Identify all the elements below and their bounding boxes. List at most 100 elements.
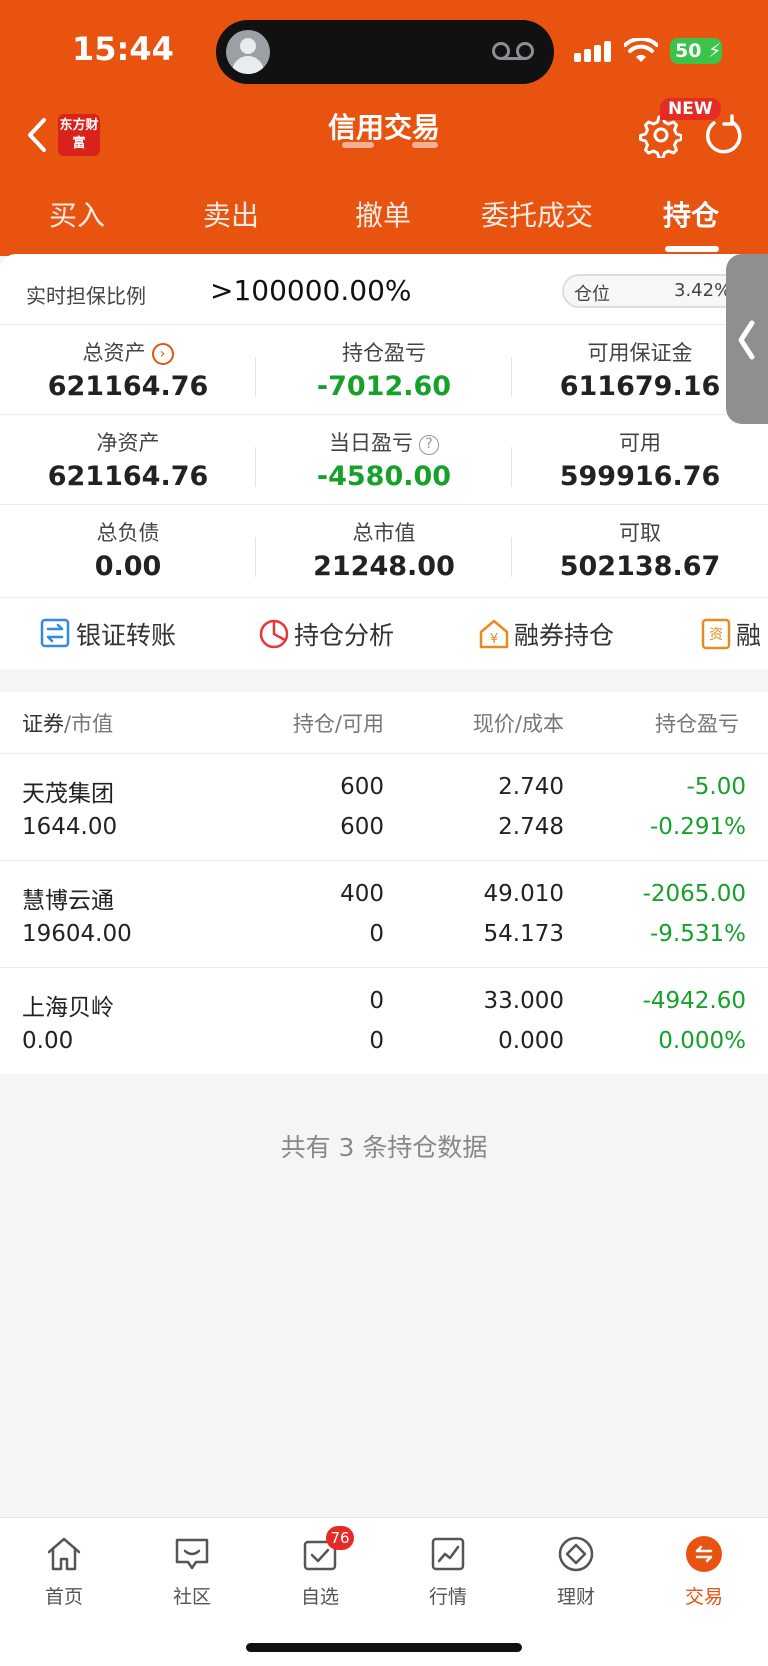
current-price: 33.000 bbox=[483, 988, 564, 1014]
pnl-amount: -5.00 bbox=[686, 774, 746, 800]
column-header-holding[interactable]: 持仓/可用 bbox=[293, 708, 384, 738]
pnl-percent: -9.531% bbox=[650, 921, 746, 947]
holding-qty: 0 bbox=[369, 988, 384, 1014]
metrics-row-3: 总负债 0.00 总市值 21248.00 可取 502138.67 bbox=[0, 504, 768, 594]
pnl-amount: -2065.00 bbox=[642, 881, 746, 907]
holdings-table: 证券/市值 持仓/可用 现价/成本 持仓盈亏 天茂集团 1644.00 600 … bbox=[0, 692, 768, 1074]
metric-position-pnl: 持仓盈亏 -7012.60 bbox=[256, 325, 512, 415]
tabbar-watchlist[interactable]: 76 自选 bbox=[256, 1526, 384, 1608]
metric-label: 持仓盈亏 bbox=[342, 341, 426, 365]
metric-value: 502138.67 bbox=[559, 551, 721, 582]
chevron-left-icon bbox=[738, 320, 755, 360]
watchlist-count-badge: 76 bbox=[326, 1526, 354, 1550]
metric-label: 可用 bbox=[619, 431, 661, 455]
chevron-right-circle-icon[interactable]: › bbox=[151, 343, 174, 365]
tabbar-label: 自选 bbox=[300, 1586, 339, 1608]
help-icon[interactable]: ? bbox=[419, 435, 439, 455]
tabbar-trade[interactable]: 交易 bbox=[640, 1526, 768, 1608]
market-value: 1644.00 bbox=[22, 814, 118, 840]
available-qty: 600 bbox=[340, 814, 384, 840]
tab-sell[interactable]: 卖出 bbox=[154, 194, 308, 234]
pie-chart-icon bbox=[259, 619, 289, 649]
current-price: 2.740 bbox=[498, 774, 564, 800]
metrics-row-2: 净资产 621164.76 当日盈亏? -4580.00 可用 599916.7… bbox=[0, 414, 768, 504]
back-icon[interactable] bbox=[20, 114, 56, 156]
metric-market-value: 总市值 21248.00 bbox=[256, 505, 512, 595]
holdings-count-note: 共有 3 条持仓数据 bbox=[280, 1133, 488, 1162]
refresh-icon[interactable] bbox=[702, 114, 746, 158]
metric-value: 0.00 bbox=[94, 551, 162, 582]
tabbar-label: 社区 bbox=[172, 1586, 211, 1608]
trade-tabs: 买入 卖出 撤单 委托成交 持仓 bbox=[0, 188, 768, 256]
metric-total-assets[interactable]: 总资产 › 621164.76 bbox=[0, 325, 256, 415]
page-title: 信用交易 bbox=[327, 111, 440, 144]
yen-house-icon: ¥ bbox=[479, 619, 509, 649]
tab-buy[interactable]: 买入 bbox=[0, 194, 154, 234]
metric-value: 621164.76 bbox=[47, 371, 209, 402]
tabbar-home[interactable]: 首页 bbox=[0, 1526, 128, 1608]
account-summary: 实时担保比例 >100000.00% 仓位 3.42% 总资产 › 621164.… bbox=[0, 254, 768, 597]
column-header-security[interactable]: 证券/市值 bbox=[22, 708, 113, 738]
security-name: 慧博云通 bbox=[22, 888, 114, 914]
active-tab-indicator bbox=[665, 246, 719, 252]
quick-action-label: 融 bbox=[736, 621, 762, 650]
table-row[interactable]: 上海贝岭 0.00 0 0 33.000 0.000 -4942.60 0.00… bbox=[0, 968, 768, 1075]
metric-label: 可取 bbox=[619, 521, 661, 545]
tabbar-label: 交易 bbox=[684, 1586, 723, 1608]
security-name: 上海贝岭 bbox=[22, 995, 114, 1021]
svg-text:¥: ¥ bbox=[490, 632, 498, 647]
available-qty: 0 bbox=[369, 1028, 384, 1054]
cost-price: 0.000 bbox=[498, 1028, 564, 1054]
metrics-row-1: 总资产 › 621164.76 持仓盈亏 -7012.60 可用保证金 61167… bbox=[0, 324, 768, 414]
market-value: 0.00 bbox=[22, 1028, 74, 1054]
home-indicator bbox=[246, 1643, 522, 1652]
tabbar-label: 行情 bbox=[428, 1586, 467, 1608]
current-price: 49.010 bbox=[483, 881, 564, 907]
market-value: 19604.00 bbox=[22, 921, 132, 947]
table-row[interactable]: 天茂集团 1644.00 600 600 2.740 2.748 -5.00 -… bbox=[0, 754, 768, 861]
guarantee-ratio-label: 实时担保比例 bbox=[26, 284, 146, 308]
tabbar-market[interactable]: 行情 bbox=[384, 1526, 512, 1608]
tab-positions[interactable]: 持仓 bbox=[614, 194, 768, 234]
cellular-signal-icon bbox=[574, 40, 614, 62]
trade-icon bbox=[686, 1536, 722, 1572]
voicemail-icon bbox=[492, 42, 536, 62]
column-header-price[interactable]: 现价/成本 bbox=[473, 708, 564, 738]
metric-available: 可用 599916.76 bbox=[512, 415, 768, 505]
chat-icon bbox=[175, 1538, 209, 1570]
side-drawer-handle[interactable] bbox=[726, 254, 768, 424]
tab-orders-fills[interactable]: 委托成交 bbox=[460, 194, 614, 234]
nav-bar: 东方财富 信用交易 NEW bbox=[0, 98, 768, 170]
table-header: 证券/市值 持仓/可用 现价/成本 持仓盈亏 bbox=[0, 692, 768, 754]
dynamic-island bbox=[216, 20, 554, 84]
position-ratio-value: 3.42% bbox=[674, 280, 732, 301]
guarantee-ratio-value: >100000.00% bbox=[210, 274, 412, 307]
brand-logo: 东方财富 bbox=[58, 114, 100, 156]
metric-total-liabilities: 总负债 0.00 bbox=[0, 505, 256, 595]
diamond-icon bbox=[558, 1536, 594, 1572]
tabbar-community[interactable]: 社区 bbox=[128, 1526, 256, 1608]
security-name: 天茂集团 bbox=[22, 781, 114, 807]
tabbar-wealth[interactable]: 理财 bbox=[512, 1526, 640, 1608]
tab-cancel-order[interactable]: 撤单 bbox=[306, 194, 460, 234]
holding-qty: 400 bbox=[340, 881, 384, 907]
column-header-pnl[interactable]: 持仓盈亏 bbox=[655, 708, 739, 738]
table-row[interactable]: 慧博云通 19604.00 400 0 49.010 54.173 -2065.… bbox=[0, 861, 768, 968]
cost-price: 54.173 bbox=[483, 921, 564, 947]
pnl-percent: 0.000% bbox=[658, 1028, 746, 1054]
pnl-percent: -0.291% bbox=[650, 814, 746, 840]
document-icon: 资 bbox=[701, 618, 731, 650]
quick-action-label: 融券持仓 bbox=[514, 621, 615, 650]
metric-net-assets: 净资产 621164.76 bbox=[0, 415, 256, 505]
metric-label: 净资产 bbox=[96, 431, 160, 455]
position-ratio-label: 仓位 bbox=[574, 284, 610, 305]
app-header: 15:44 50 ⚡ 东方财富 信用交易 NEW 买入 卖出 撤单 委托成交 持… bbox=[0, 0, 768, 256]
wifi-icon bbox=[624, 38, 658, 62]
metric-value: -7012.60 bbox=[316, 371, 452, 402]
metric-value: 599916.76 bbox=[559, 461, 721, 492]
quick-actions-bar: 银证转账 持仓分析 ¥ 融券持仓 资 融 bbox=[0, 597, 768, 669]
status-bar: 15:44 50 ⚡ bbox=[0, 0, 768, 100]
available-qty: 0 bbox=[369, 921, 384, 947]
pnl-amount: -4942.60 bbox=[642, 988, 746, 1014]
avatar-icon bbox=[226, 30, 270, 74]
